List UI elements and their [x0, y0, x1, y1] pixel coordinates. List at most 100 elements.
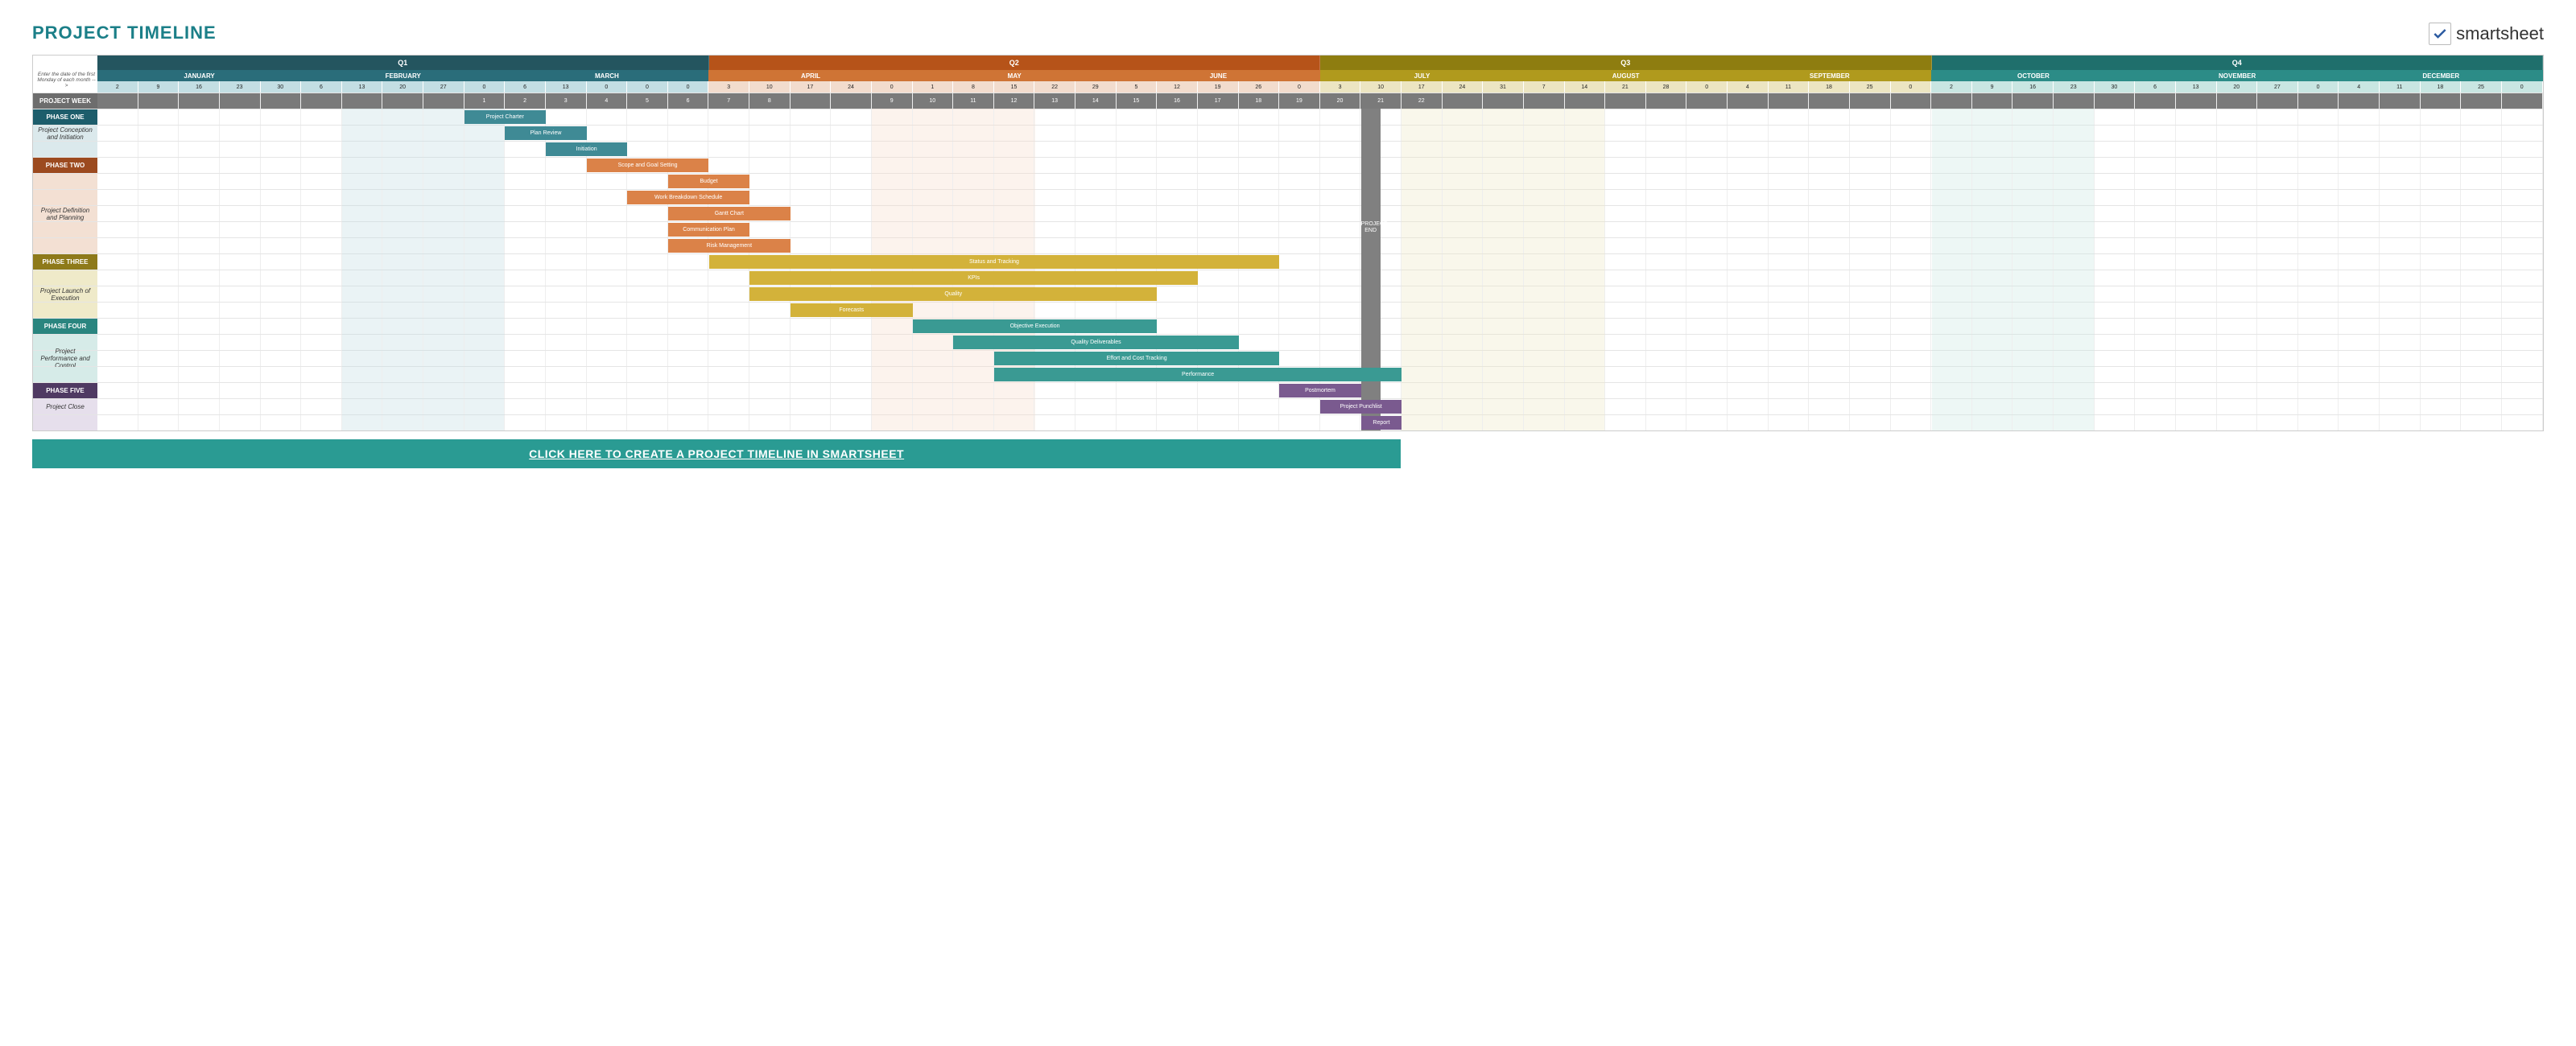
task-row: Quality Deliverables	[33, 334, 2543, 350]
day-cell: 21	[1605, 81, 1646, 93]
task-bar[interactable]: Gantt Chart	[668, 207, 791, 220]
week-cell	[1686, 93, 1728, 109]
month-october: OCTOBER	[1931, 70, 2135, 81]
task-bar[interactable]: Report	[1361, 416, 1402, 430]
task-bar[interactable]: Performance	[994, 368, 1402, 381]
week-cell: 8	[749, 93, 791, 109]
phase-label: PHASE ONE	[33, 109, 97, 125]
day-cell: 4	[2339, 81, 2380, 93]
day-cell: 11	[1769, 81, 1810, 93]
day-cell: 25	[1850, 81, 1891, 93]
day-cell: 9	[1972, 81, 2013, 93]
day-cell: 28	[1646, 81, 1687, 93]
task-bar[interactable]: Project Charter	[464, 110, 546, 124]
task-bar[interactable]: Risk Management	[668, 239, 791, 253]
quarter-q3: Q3	[1320, 56, 1932, 70]
week-cell	[138, 93, 180, 109]
day-cell: 8	[953, 81, 994, 93]
task-bar[interactable]: Forecasts	[791, 303, 913, 317]
week-cell	[2054, 93, 2095, 109]
task-bar[interactable]: Project Punchlist	[1320, 400, 1402, 414]
week-cell	[1483, 93, 1524, 109]
week-cell: 2	[505, 93, 546, 109]
quarter-q1: Q1	[97, 56, 709, 70]
day-cell: 0	[668, 81, 709, 93]
week-cell: 1	[464, 93, 506, 109]
week-cell	[2135, 93, 2176, 109]
task-bar[interactable]: Scope and Goal Setting	[587, 159, 709, 172]
day-cell: 26	[1239, 81, 1280, 93]
task-bar[interactable]: Quality	[749, 287, 1157, 301]
task-bar[interactable]: Objective Execution	[913, 319, 1158, 333]
week-cell	[2013, 93, 2054, 109]
week-cell	[1891, 93, 1932, 109]
months-header: JANUARYFEBRUARYMARCHAPRILMAYJUNEJULYAUGU…	[97, 70, 2543, 81]
week-cell	[2461, 93, 2502, 109]
week-cell: 12	[994, 93, 1035, 109]
week-cell	[97, 93, 138, 109]
month-may: MAY	[913, 70, 1117, 81]
day-cell: 16	[2013, 81, 2054, 93]
phase-sub-label	[33, 142, 97, 157]
week-cell	[2095, 93, 2136, 109]
logo-text: smartsheet	[2456, 23, 2544, 44]
day-cell: 10	[749, 81, 791, 93]
week-cell	[2380, 93, 2421, 109]
task-bar[interactable]: Postmortem	[1279, 384, 1360, 397]
month-march: MARCH	[505, 70, 708, 81]
week-cell: 3	[546, 93, 587, 109]
week-cell: 7	[708, 93, 749, 109]
day-cell: 17	[1402, 81, 1443, 93]
week-cell	[220, 93, 261, 109]
day-cell: 12	[1157, 81, 1198, 93]
day-cell: 17	[791, 81, 832, 93]
day-cell: 20	[382, 81, 423, 93]
phase-sub-label: Project Close	[33, 399, 97, 414]
task-bar[interactable]: Effort and Cost Tracking	[994, 352, 1279, 365]
month-january: JANUARY	[97, 70, 301, 81]
phase-sub-label	[33, 415, 97, 430]
cta-banner[interactable]: CLICK HERE TO CREATE A PROJECT TIMELINE …	[32, 439, 1401, 468]
task-bar[interactable]: Quality Deliverables	[953, 336, 1238, 349]
task-row: Forecasts	[33, 302, 2543, 318]
week-cell	[179, 93, 220, 109]
task-bar[interactable]: Status and Tracking	[709, 255, 1280, 269]
quarter-q4: Q4	[1932, 56, 2544, 70]
task-row: Initiation	[33, 141, 2543, 157]
week-cell: 15	[1117, 93, 1158, 109]
task-bar[interactable]: KPIs	[749, 271, 1198, 285]
day-cell: 11	[2380, 81, 2421, 93]
week-cell	[1850, 93, 1891, 109]
day-cell: 30	[261, 81, 302, 93]
task-bar[interactable]: Initiation	[546, 142, 627, 156]
task-bar[interactable]: Budget	[668, 175, 749, 188]
day-cell: 1	[913, 81, 954, 93]
month-december: DECEMBER	[2339, 70, 2543, 81]
week-cell	[1809, 93, 1850, 109]
week-cell: 14	[1075, 93, 1117, 109]
phase-sub-label	[33, 222, 97, 237]
phase-header-row: PHASE FIVEPostmortem	[33, 382, 2543, 398]
day-cell: 27	[423, 81, 464, 93]
task-row: Performance	[33, 366, 2543, 382]
task-bar[interactable]: Plan Review	[505, 126, 586, 140]
day-cell: 30	[2095, 81, 2136, 93]
week-cell	[2176, 93, 2217, 109]
phase-sub-label	[33, 238, 97, 253]
phase-label: PHASE FOUR	[33, 319, 97, 334]
phase-label: PHASE TWO	[33, 158, 97, 173]
task-bar[interactable]: Communication Plan	[668, 223, 749, 237]
day-cell: 13	[342, 81, 383, 93]
task-bar[interactable]: Work Breakdown Schedule	[627, 191, 749, 204]
gantt-grid: PROJECT ENDPHASE ONEProject CharterProje…	[33, 109, 2543, 430]
week-cell	[1972, 93, 2013, 109]
day-cell: 0	[2502, 81, 2543, 93]
project-week-label: PROJECT WEEK	[33, 93, 97, 109]
day-cell: 10	[1360, 81, 1402, 93]
month-august: AUGUST	[1524, 70, 1728, 81]
day-cell: 15	[994, 81, 1035, 93]
day-cell: 13	[546, 81, 587, 93]
phase-sub-label	[33, 190, 97, 205]
task-row: Project Definition and PlanningGantt Cha…	[33, 205, 2543, 221]
task-row: Report	[33, 414, 2543, 430]
